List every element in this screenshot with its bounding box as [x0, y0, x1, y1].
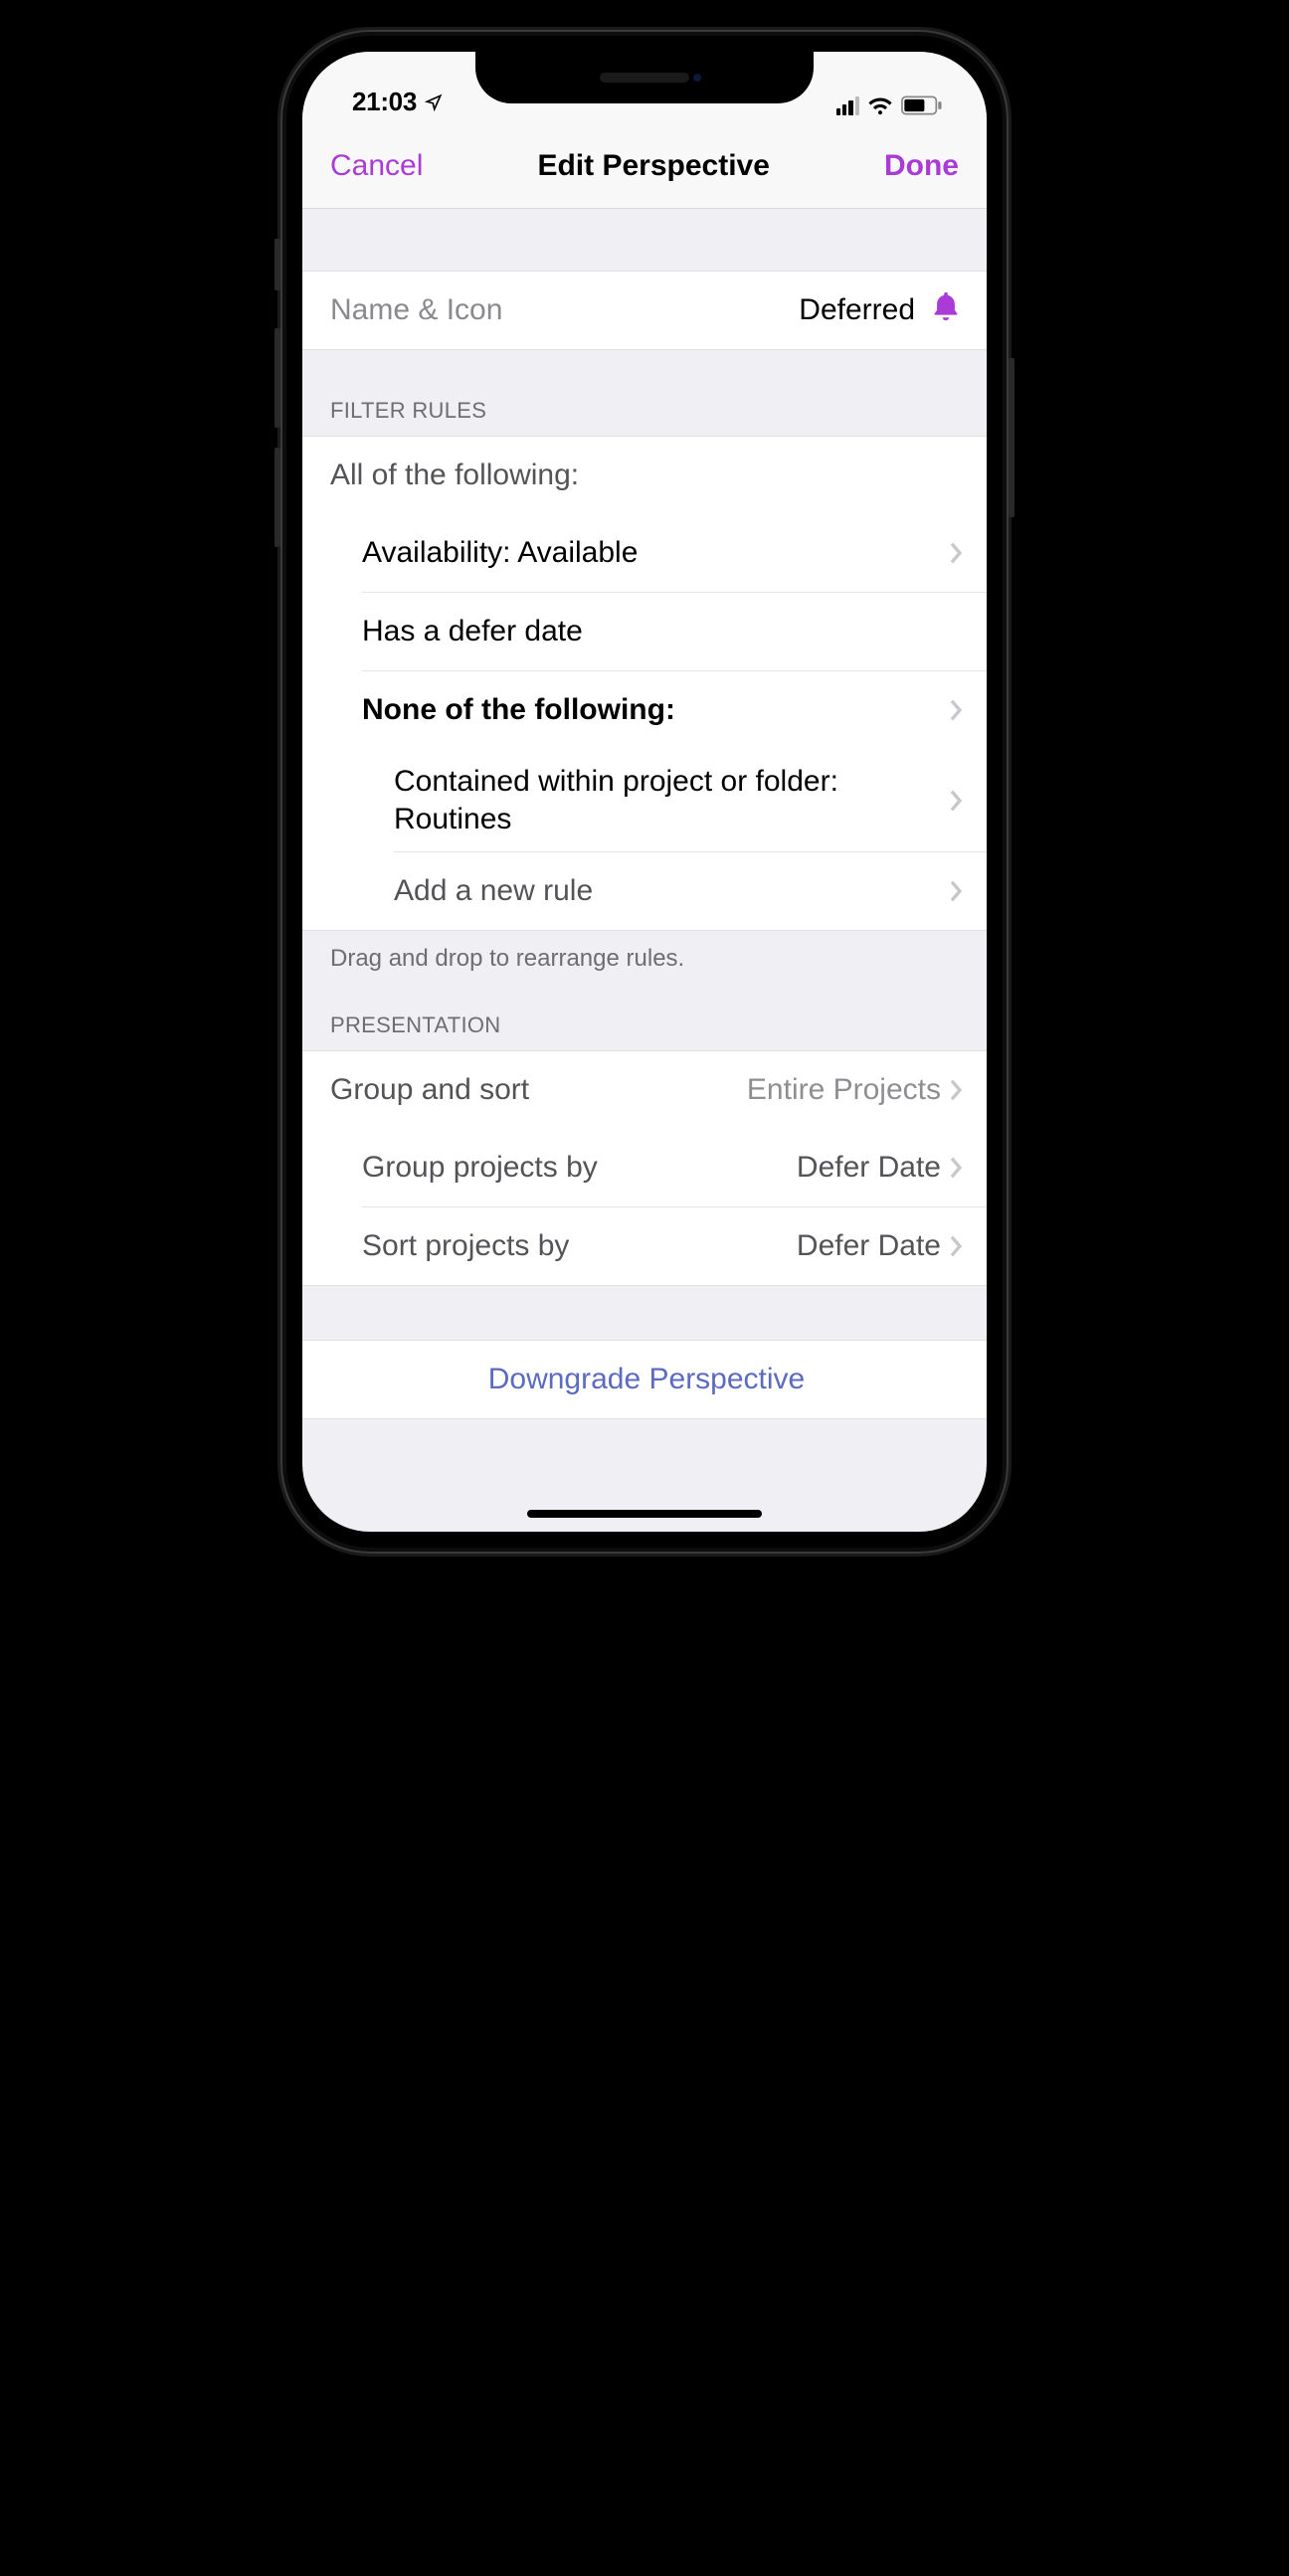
rule-text: Has a defer date	[362, 613, 963, 650]
notch	[475, 52, 814, 103]
chevron-right-icon	[949, 541, 963, 565]
filter-rules-group: All of the following: Availability: Avai…	[302, 436, 987, 931]
group-sort-label: Group and sort	[330, 1073, 529, 1107]
group-by-label: Group projects by	[362, 1151, 598, 1185]
speaker	[600, 73, 689, 83]
location-icon	[425, 93, 443, 111]
downgrade-button[interactable]: Downgrade Perspective	[302, 1341, 987, 1418]
battery-icon	[901, 95, 943, 115]
presentation-header: PRESENTATION	[302, 979, 987, 1050]
name-icon-group: Name & Icon Deferred	[302, 271, 987, 350]
rule-contained-routines[interactable]: Contained within project or folder: Rout…	[302, 749, 987, 851]
group-projects-by-row[interactable]: Group projects by Defer Date	[302, 1129, 987, 1206]
sort-by-value: Defer Date	[797, 1229, 941, 1263]
status-time: 21:03	[352, 87, 417, 117]
done-button[interactable]: Done	[884, 149, 959, 183]
rule-group-all-label: All of the following:	[330, 459, 579, 492]
cellular-icon	[836, 95, 859, 115]
screen: 21:03 Cancel Edit Perspective	[302, 52, 987, 1532]
volume-down-button[interactable]	[275, 448, 280, 547]
group-sort-value: Entire Projects	[747, 1073, 941, 1107]
filter-rules-header: FILTER RULES	[302, 350, 987, 436]
nav-bar: Cancel Edit Perspective Done	[302, 123, 987, 209]
filter-rules-footer: Drag and drop to rearrange rules.	[302, 931, 987, 979]
perspective-name: Deferred	[799, 293, 915, 327]
cancel-button[interactable]: Cancel	[330, 149, 423, 183]
page-title: Edit Perspective	[537, 149, 769, 183]
add-new-rule[interactable]: Add a new rule	[302, 852, 987, 930]
downgrade-group: Downgrade Perspective	[302, 1340, 987, 1419]
phone-frame: 21:03 Cancel Edit Perspective	[280, 30, 1009, 1554]
rule-has-defer-date[interactable]: Has a defer date	[302, 593, 987, 670]
wifi-icon	[867, 95, 893, 115]
rule-text: Contained within project or folder: Rout…	[394, 763, 941, 837]
chevron-right-icon	[949, 1078, 963, 1102]
chevron-right-icon	[949, 1234, 963, 1258]
rule-text: Availability: Available	[362, 534, 941, 572]
silence-switch[interactable]	[275, 239, 280, 290]
sort-by-label: Sort projects by	[362, 1229, 569, 1263]
volume-up-button[interactable]	[275, 328, 280, 428]
sort-projects-by-row[interactable]: Sort projects by Defer Date	[302, 1207, 987, 1285]
rule-availability[interactable]: Availability: Available	[302, 514, 987, 592]
name-icon-row[interactable]: Name & Icon Deferred	[302, 272, 987, 349]
rule-group-all[interactable]: All of the following:	[302, 437, 987, 514]
rule-group-none-label: None of the following:	[362, 691, 941, 729]
presentation-group: Group and sort Entire Projects Group pro…	[302, 1050, 987, 1286]
chevron-right-icon	[949, 789, 963, 813]
chevron-right-icon	[949, 879, 963, 903]
add-rule-label: Add a new rule	[394, 872, 941, 910]
front-camera	[690, 71, 704, 85]
rule-group-none[interactable]: None of the following:	[302, 671, 987, 749]
home-indicator[interactable]	[527, 1510, 762, 1518]
group-and-sort-row[interactable]: Group and sort Entire Projects	[302, 1051, 987, 1129]
group-by-value: Defer Date	[797, 1151, 941, 1185]
bell-icon	[929, 289, 963, 331]
downgrade-label: Downgrade Perspective	[488, 1363, 806, 1396]
chevron-right-icon	[949, 698, 963, 722]
chevron-right-icon	[949, 1156, 963, 1180]
power-button[interactable]	[1009, 358, 1014, 517]
name-icon-label: Name & Icon	[330, 293, 502, 327]
